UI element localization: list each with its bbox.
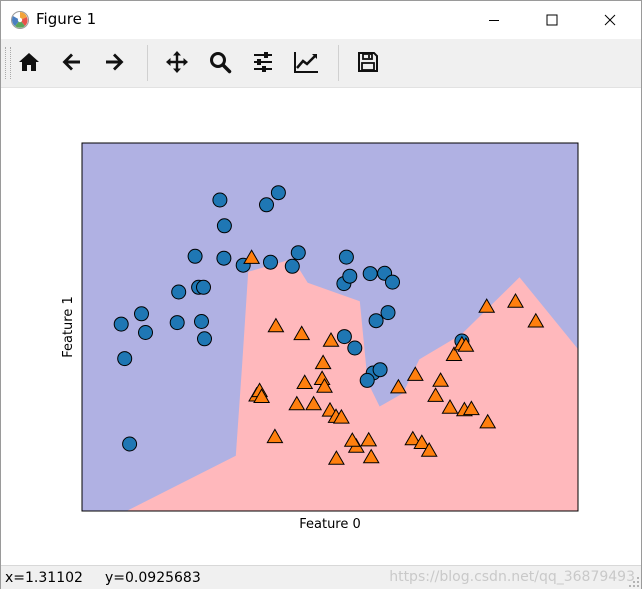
subplots-button[interactable] — [246, 45, 280, 79]
minimize-icon — [489, 20, 499, 21]
toolbar-grip[interactable] — [5, 47, 11, 79]
class0-point — [197, 331, 212, 347]
navigation-toolbar — [1, 39, 641, 88]
class0-point — [372, 362, 388, 378]
save-button[interactable] — [351, 45, 385, 79]
class0-point — [196, 279, 211, 295]
class0-point — [216, 250, 232, 266]
class0-point — [385, 274, 400, 290]
class0-point — [113, 316, 129, 332]
status-bar: x=1.31102 y=0.0925683 https://blog.csdn.… — [1, 565, 641, 589]
class0-point — [380, 305, 396, 321]
back-button[interactable] — [55, 45, 89, 79]
axes-edit-icon — [294, 52, 318, 73]
class0-point — [336, 329, 352, 345]
class0-point — [134, 306, 149, 322]
class0-point — [122, 436, 138, 452]
class0-point — [171, 284, 187, 300]
home-button[interactable] — [12, 45, 46, 79]
move-icon — [166, 51, 188, 73]
sliders-icon — [254, 52, 272, 72]
forward-button[interactable] — [97, 45, 131, 79]
class0-point — [368, 313, 384, 329]
forward-arrow-icon — [106, 53, 124, 71]
maximize-icon — [546, 14, 558, 26]
class0-point — [359, 372, 375, 388]
class0-point — [338, 249, 354, 265]
y-axis-label: Feature 1 — [61, 296, 76, 358]
scatter-plot[interactable]: Feature 0 Feature 1 — [1, 88, 641, 564]
back-arrow-icon — [62, 53, 80, 71]
close-icon — [604, 14, 616, 26]
cursor-y-readout: y=0.0925683 — [105, 570, 201, 586]
class0-point — [263, 254, 278, 270]
class0-point — [169, 315, 185, 331]
class0-point — [342, 268, 358, 284]
window-title: Figure 1 — [36, 10, 97, 28]
class0-point — [212, 192, 228, 208]
toolbar-separator — [338, 45, 339, 81]
toolbar-separator — [147, 45, 148, 81]
class0-point — [187, 248, 203, 264]
matplotlib-logo-icon — [11, 11, 29, 29]
class0-point — [270, 185, 286, 201]
class0-point — [117, 351, 133, 367]
resize-grip-icon[interactable] — [628, 576, 640, 588]
class0-point — [290, 245, 306, 261]
save-icon — [358, 52, 378, 72]
minimize-button[interactable] — [471, 1, 517, 39]
class0-point — [284, 258, 300, 274]
class0-point — [347, 340, 363, 356]
figure-canvas[interactable]: Feature 0 Feature 1 — [1, 88, 641, 564]
zoom-icon — [210, 52, 232, 74]
cursor-x-readout: x=1.31102 — [5, 570, 83, 586]
home-icon — [19, 53, 39, 71]
close-button[interactable] — [587, 1, 633, 39]
edit-axes-button[interactable] — [289, 45, 323, 79]
class0-point — [259, 197, 274, 213]
watermark-text: https://blog.csdn.net/qq_36879493 — [389, 569, 635, 585]
class0-point — [362, 266, 378, 282]
class0-point — [216, 218, 232, 234]
figure-window: Figure 1 Feature 0 Feature 1 x=1.31102 y… — [0, 0, 642, 589]
x-axis-label: Feature 0 — [299, 517, 361, 532]
maximize-button[interactable] — [529, 1, 575, 39]
title-bar[interactable]: Figure 1 — [1, 1, 641, 39]
pan-button[interactable] — [160, 45, 194, 79]
class0-point — [194, 314, 209, 329]
zoom-button[interactable] — [203, 45, 237, 79]
class0-point — [138, 325, 153, 340]
